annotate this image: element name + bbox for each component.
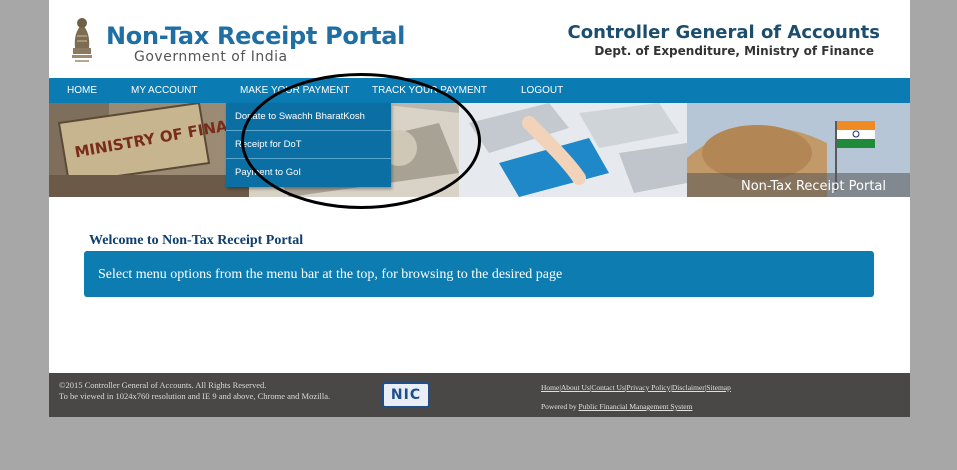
copyright-line-2: To be viewed in 1024x760 resolution and … bbox=[59, 391, 331, 401]
portal-title: Non-Tax Receipt Portal bbox=[106, 22, 406, 50]
org-subtitle: Dept. of Expenditure, Ministry of Financ… bbox=[594, 44, 874, 58]
national-emblem-icon bbox=[72, 18, 92, 62]
menu-item-receipt-dot[interactable]: Receipt for DoT bbox=[226, 131, 391, 159]
nav-track-payment[interactable]: TRACK YOUR PAYMENT bbox=[372, 78, 487, 103]
banner: MINISTRY OF FINANCE Non-Tax Receipt Port… bbox=[49, 103, 910, 197]
nav-home[interactable]: HOME bbox=[67, 78, 97, 103]
copyright-text: ©2015 Controller General of Accounts. Al… bbox=[59, 380, 330, 402]
nav-my-account[interactable]: MY ACCOUNT bbox=[131, 78, 198, 103]
nic-logo: NIC bbox=[382, 382, 430, 408]
footer-link-sitemap[interactable]: Sitemap bbox=[706, 383, 731, 392]
footer-link-privacy[interactable]: Privacy Policy bbox=[626, 383, 670, 392]
nav-logout[interactable]: LOGOUT bbox=[521, 78, 563, 103]
nav-make-payment[interactable]: MAKE YOUR PAYMENT bbox=[240, 78, 349, 103]
nav-bar: HOME MY ACCOUNT MAKE YOUR PAYMENT TRACK … bbox=[49, 78, 910, 103]
powered-by-link[interactable]: Public Financial Management System bbox=[579, 402, 693, 411]
menu-item-swachh-bharatkosh[interactable]: Donate to Swachh BharatKosh bbox=[226, 103, 391, 131]
welcome-message: Select menu options from the menu bar at… bbox=[98, 267, 563, 282]
footer-link-contact[interactable]: Contact Us bbox=[591, 383, 625, 392]
payment-dropdown-menu: Donate to Swachh BharatKosh Receipt for … bbox=[226, 103, 391, 187]
footer: ©2015 Controller General of Accounts. Al… bbox=[49, 373, 910, 417]
menu-item-payment-goi[interactable]: Payment to GoI bbox=[226, 159, 391, 187]
copyright-line-1: ©2015 Controller General of Accounts. Al… bbox=[59, 380, 267, 390]
footer-link-home[interactable]: Home bbox=[541, 383, 559, 392]
powered-by: Powered by Public Financial Management S… bbox=[541, 402, 692, 411]
footer-link-disclaimer[interactable]: Disclaimer bbox=[672, 383, 705, 392]
portal-subtitle: Government of India bbox=[134, 49, 288, 65]
welcome-message-box: Select menu options from the menu bar at… bbox=[84, 251, 874, 297]
welcome-title: Welcome to Non-Tax Receipt Portal bbox=[89, 233, 304, 248]
powered-by-prefix: Powered by bbox=[541, 402, 577, 411]
org-title: Controller General of Accounts bbox=[567, 22, 880, 43]
ministry-sign-image: MINISTRY OF FINANCE bbox=[49, 103, 249, 197]
banner-caption: Non-Tax Receipt Portal bbox=[740, 179, 886, 194]
page: Non-Tax Receipt Portal Government of Ind… bbox=[49, 0, 910, 417]
keyboard-image bbox=[459, 103, 687, 197]
nic-logo-text: NIC bbox=[390, 387, 422, 403]
header: Non-Tax Receipt Portal Government of Ind… bbox=[49, 0, 910, 76]
footer-link-about[interactable]: About Us bbox=[561, 383, 590, 392]
footer-links: Home|About Us|Contact Us|Privacy Policy|… bbox=[541, 383, 731, 392]
